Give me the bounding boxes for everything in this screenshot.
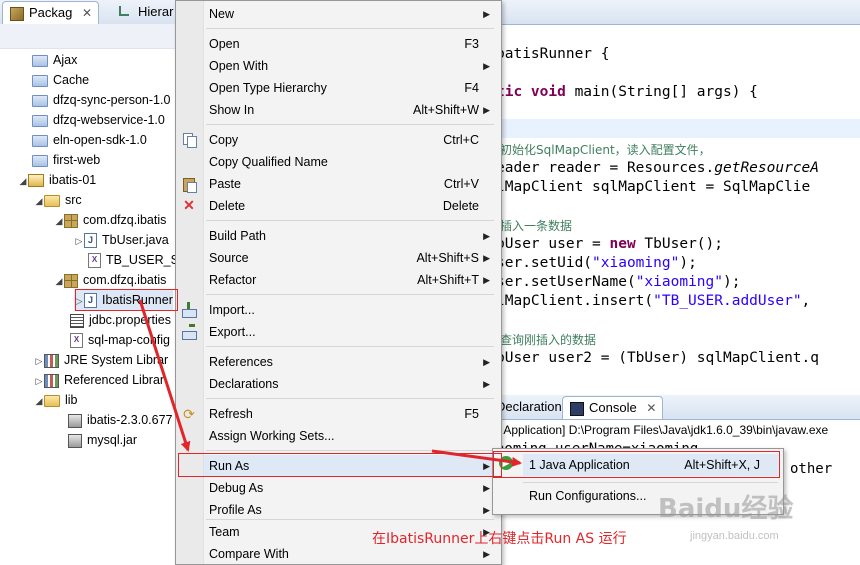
baidu-watermark: Baidu经验 — [658, 494, 794, 524]
arrow-to-run-as — [138, 299, 191, 452]
arrow-to-java-application — [431, 449, 522, 467]
baidu-watermark-url: jingyan.baidu.com — [690, 530, 779, 542]
annotation-arrows — [138, 299, 522, 467]
instruction-caption: 在IbatisRunner上右键点击Run AS 运行 — [372, 531, 627, 547]
